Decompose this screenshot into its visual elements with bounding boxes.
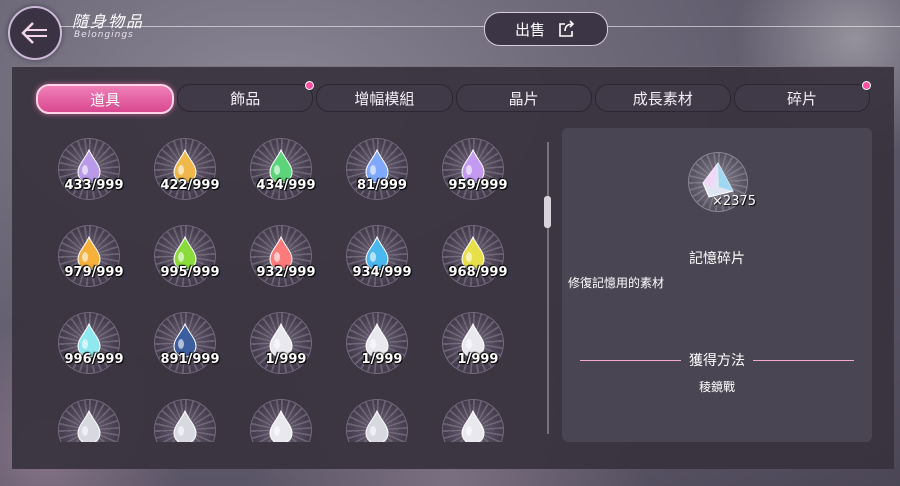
tab-label: 道具 <box>90 90 121 109</box>
sell-label: 出售 <box>514 20 545 39</box>
item-count: 81/999 <box>357 178 407 193</box>
obtain-method-label: 獲得方法 <box>689 353 745 369</box>
detail-count: ×2375 <box>712 194 756 209</box>
inventory-item[interactable]: 979/999 <box>52 217 124 289</box>
item-count: 995/999 <box>160 265 220 280</box>
inventory-item[interactable]: 959/999 <box>436 130 508 202</box>
export-icon <box>559 20 575 37</box>
category-tabs: 道具 飾品 增幅模組 晶片 成長素材 碎片 <box>36 81 872 114</box>
inventory-item[interactable]: 995/999 <box>148 217 220 289</box>
item-count: 932/999 <box>256 265 316 280</box>
detail-item-name: 記憶碎片 <box>689 251 745 267</box>
item-icon-frame <box>346 399 408 442</box>
scrollbar-track[interactable] <box>547 142 549 434</box>
item-detail-panel: ×2375 記憶碎片 修復記憶用的素材 獲得方法 稜鏡戰 <box>562 128 872 442</box>
item-count: 434/999 <box>256 178 316 193</box>
inventory-item[interactable] <box>148 391 220 442</box>
tab-0[interactable]: 道具 <box>36 84 175 114</box>
gem-icon <box>461 410 485 442</box>
item-count: 959/999 <box>448 178 508 193</box>
divider <box>580 359 681 361</box>
obtain-method-header: 獲得方法 <box>580 352 854 369</box>
inventory-item[interactable]: 968/999 <box>436 217 508 289</box>
gem-icon <box>269 410 293 442</box>
inventory-item[interactable]: 891/999 <box>148 304 220 376</box>
page-title: 隨身物品 <box>72 12 145 31</box>
notification-dot <box>862 81 872 90</box>
item-count: 996/999 <box>64 352 124 367</box>
item-count: 433/999 <box>64 178 124 193</box>
tab-label: 碎片 <box>786 89 817 108</box>
item-count: 968/999 <box>448 265 508 280</box>
inventory-item[interactable] <box>244 391 316 442</box>
inventory-item[interactable]: 1/999 <box>340 304 412 376</box>
sell-button[interactable]: 出售 <box>484 12 608 46</box>
item-icon-frame <box>250 399 312 442</box>
inventory-item[interactable]: 1/999 <box>244 304 316 376</box>
detail-description: 修復記憶用的素材 <box>568 276 665 290</box>
divider <box>753 359 854 361</box>
gem-icon <box>173 410 197 442</box>
item-icon-frame <box>58 399 120 442</box>
item-icon-frame <box>442 399 504 442</box>
tab-label: 飾品 <box>230 89 261 108</box>
header-divider <box>60 26 900 27</box>
item-count: 979/999 <box>64 265 124 280</box>
tab-label: 增幅模組 <box>354 89 415 108</box>
tab-3[interactable]: 晶片 <box>455 84 592 112</box>
inventory-item[interactable] <box>340 391 412 442</box>
inventory-item[interactable]: 934/999 <box>340 217 412 289</box>
inventory-item[interactable]: 434/999 <box>244 130 316 202</box>
item-count: 891/999 <box>160 352 220 367</box>
item-icon-frame <box>154 399 216 442</box>
notification-dot <box>305 81 315 90</box>
page-subtitle: Belongings <box>74 30 134 40</box>
item-grid: 433/999 422/999 434/999 81/999 959/999 979/99… <box>52 130 532 442</box>
tab-2[interactable]: 增幅模組 <box>316 84 453 112</box>
scrollbar-thumb[interactable] <box>544 196 551 228</box>
back-button[interactable] <box>8 6 62 60</box>
inventory-item[interactable]: 422/999 <box>148 130 220 202</box>
tab-4[interactable]: 成長素材 <box>594 84 731 112</box>
item-count: 934/999 <box>352 265 412 280</box>
tab-label: 成長素材 <box>632 89 693 108</box>
arrow-left-icon <box>21 22 47 44</box>
inventory-item[interactable]: 1/999 <box>436 304 508 376</box>
item-count: 1/999 <box>457 352 499 367</box>
obtain-source: 稜鏡戰 <box>698 380 735 394</box>
tab-5[interactable]: 碎片 <box>733 81 872 112</box>
item-count: 1/999 <box>265 352 307 367</box>
inventory-item[interactable]: 932/999 <box>244 217 316 289</box>
inventory-item[interactable]: 433/999 <box>52 130 124 202</box>
inventory-item[interactable]: 996/999 <box>52 304 124 376</box>
item-count: 1/999 <box>361 352 403 367</box>
inventory-item[interactable]: 81/999 <box>340 130 412 202</box>
inventory-item[interactable] <box>52 391 124 442</box>
gem-icon <box>77 410 101 442</box>
inventory-item[interactable] <box>436 391 508 442</box>
tab-label: 晶片 <box>508 89 539 108</box>
tab-1[interactable]: 飾品 <box>177 81 315 112</box>
gem-icon <box>365 410 389 442</box>
item-count: 422/999 <box>160 178 220 193</box>
